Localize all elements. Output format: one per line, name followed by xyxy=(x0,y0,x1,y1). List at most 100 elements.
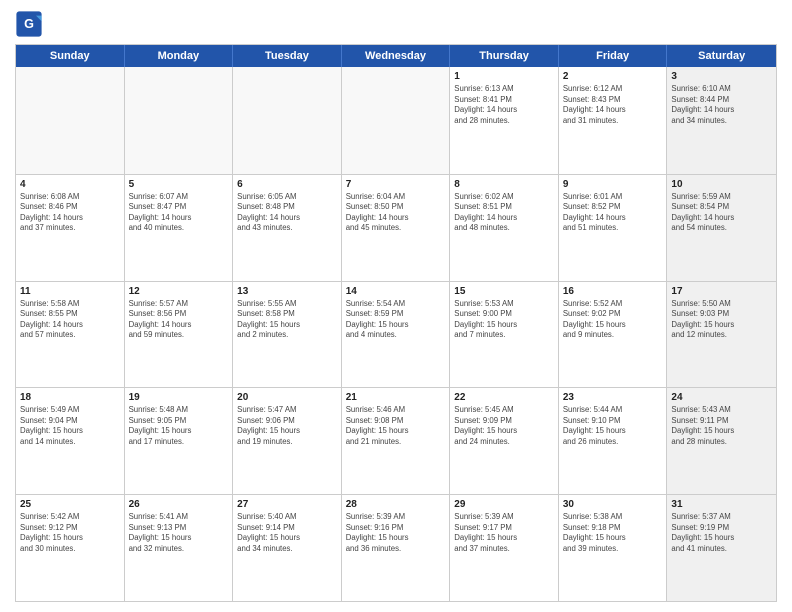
day-cell-24: 24Sunrise: 5:43 AM Sunset: 9:11 PM Dayli… xyxy=(667,388,776,494)
cell-info: Sunrise: 5:55 AM Sunset: 8:58 PM Dayligh… xyxy=(237,299,337,341)
header: G xyxy=(15,10,777,38)
day-number: 6 xyxy=(237,178,337,191)
day-number: 15 xyxy=(454,285,554,298)
logo: G xyxy=(15,10,47,38)
header-day-wednesday: Wednesday xyxy=(342,45,451,67)
cell-info: Sunrise: 5:48 AM Sunset: 9:05 PM Dayligh… xyxy=(129,405,229,447)
header-day-tuesday: Tuesday xyxy=(233,45,342,67)
day-cell-15: 15Sunrise: 5:53 AM Sunset: 9:00 PM Dayli… xyxy=(450,282,559,388)
header-day-monday: Monday xyxy=(125,45,234,67)
day-cell-12: 12Sunrise: 5:57 AM Sunset: 8:56 PM Dayli… xyxy=(125,282,234,388)
day-cell-9: 9Sunrise: 6:01 AM Sunset: 8:52 PM Daylig… xyxy=(559,175,668,281)
calendar-week-4: 18Sunrise: 5:49 AM Sunset: 9:04 PM Dayli… xyxy=(16,387,776,494)
cell-info: Sunrise: 6:01 AM Sunset: 8:52 PM Dayligh… xyxy=(563,192,663,234)
day-cell-22: 22Sunrise: 5:45 AM Sunset: 9:09 PM Dayli… xyxy=(450,388,559,494)
day-number: 21 xyxy=(346,391,446,404)
cell-info: Sunrise: 5:41 AM Sunset: 9:13 PM Dayligh… xyxy=(129,512,229,554)
day-number: 19 xyxy=(129,391,229,404)
cell-info: Sunrise: 5:57 AM Sunset: 8:56 PM Dayligh… xyxy=(129,299,229,341)
day-cell-7: 7Sunrise: 6:04 AM Sunset: 8:50 PM Daylig… xyxy=(342,175,451,281)
day-number: 25 xyxy=(20,498,120,511)
day-cell-19: 19Sunrise: 5:48 AM Sunset: 9:05 PM Dayli… xyxy=(125,388,234,494)
day-number: 12 xyxy=(129,285,229,298)
header-day-friday: Friday xyxy=(559,45,668,67)
day-cell-27: 27Sunrise: 5:40 AM Sunset: 9:14 PM Dayli… xyxy=(233,495,342,601)
day-cell-20: 20Sunrise: 5:47 AM Sunset: 9:06 PM Dayli… xyxy=(233,388,342,494)
day-number: 27 xyxy=(237,498,337,511)
cell-info: Sunrise: 6:04 AM Sunset: 8:50 PM Dayligh… xyxy=(346,192,446,234)
header-day-thursday: Thursday xyxy=(450,45,559,67)
empty-cell xyxy=(16,67,125,174)
day-number: 17 xyxy=(671,285,772,298)
cell-info: Sunrise: 6:12 AM Sunset: 8:43 PM Dayligh… xyxy=(563,84,663,126)
cell-info: Sunrise: 5:39 AM Sunset: 9:17 PM Dayligh… xyxy=(454,512,554,554)
logo-icon: G xyxy=(15,10,43,38)
cell-info: Sunrise: 6:05 AM Sunset: 8:48 PM Dayligh… xyxy=(237,192,337,234)
day-cell-29: 29Sunrise: 5:39 AM Sunset: 9:17 PM Dayli… xyxy=(450,495,559,601)
day-number: 16 xyxy=(563,285,663,298)
svg-text:G: G xyxy=(24,17,34,31)
cell-info: Sunrise: 5:46 AM Sunset: 9:08 PM Dayligh… xyxy=(346,405,446,447)
cell-info: Sunrise: 6:02 AM Sunset: 8:51 PM Dayligh… xyxy=(454,192,554,234)
calendar: SundayMondayTuesdayWednesdayThursdayFrid… xyxy=(15,44,777,602)
day-number: 1 xyxy=(454,70,554,83)
day-cell-30: 30Sunrise: 5:38 AM Sunset: 9:18 PM Dayli… xyxy=(559,495,668,601)
header-day-sunday: Sunday xyxy=(16,45,125,67)
day-cell-3: 3Sunrise: 6:10 AM Sunset: 8:44 PM Daylig… xyxy=(667,67,776,174)
day-cell-23: 23Sunrise: 5:44 AM Sunset: 9:10 PM Dayli… xyxy=(559,388,668,494)
calendar-body: 1Sunrise: 6:13 AM Sunset: 8:41 PM Daylig… xyxy=(16,67,776,601)
day-cell-25: 25Sunrise: 5:42 AM Sunset: 9:12 PM Dayli… xyxy=(16,495,125,601)
cell-info: Sunrise: 5:43 AM Sunset: 9:11 PM Dayligh… xyxy=(671,405,772,447)
calendar-week-1: 1Sunrise: 6:13 AM Sunset: 8:41 PM Daylig… xyxy=(16,67,776,174)
day-cell-18: 18Sunrise: 5:49 AM Sunset: 9:04 PM Dayli… xyxy=(16,388,125,494)
cell-info: Sunrise: 5:44 AM Sunset: 9:10 PM Dayligh… xyxy=(563,405,663,447)
cell-info: Sunrise: 5:53 AM Sunset: 9:00 PM Dayligh… xyxy=(454,299,554,341)
header-day-saturday: Saturday xyxy=(667,45,776,67)
day-cell-8: 8Sunrise: 6:02 AM Sunset: 8:51 PM Daylig… xyxy=(450,175,559,281)
cell-info: Sunrise: 5:58 AM Sunset: 8:55 PM Dayligh… xyxy=(20,299,120,341)
day-number: 7 xyxy=(346,178,446,191)
day-number: 18 xyxy=(20,391,120,404)
day-cell-28: 28Sunrise: 5:39 AM Sunset: 9:16 PM Dayli… xyxy=(342,495,451,601)
day-cell-6: 6Sunrise: 6:05 AM Sunset: 8:48 PM Daylig… xyxy=(233,175,342,281)
day-cell-4: 4Sunrise: 6:08 AM Sunset: 8:46 PM Daylig… xyxy=(16,175,125,281)
cell-info: Sunrise: 5:39 AM Sunset: 9:16 PM Dayligh… xyxy=(346,512,446,554)
empty-cell xyxy=(233,67,342,174)
day-number: 10 xyxy=(671,178,772,191)
day-cell-5: 5Sunrise: 6:07 AM Sunset: 8:47 PM Daylig… xyxy=(125,175,234,281)
cell-info: Sunrise: 6:10 AM Sunset: 8:44 PM Dayligh… xyxy=(671,84,772,126)
page: G SundayMondayTuesdayWednesdayThursdayFr… xyxy=(0,0,792,612)
day-number: 11 xyxy=(20,285,120,298)
day-number: 30 xyxy=(563,498,663,511)
day-cell-21: 21Sunrise: 5:46 AM Sunset: 9:08 PM Dayli… xyxy=(342,388,451,494)
calendar-week-5: 25Sunrise: 5:42 AM Sunset: 9:12 PM Dayli… xyxy=(16,494,776,601)
cell-info: Sunrise: 5:49 AM Sunset: 9:04 PM Dayligh… xyxy=(20,405,120,447)
calendar-header: SundayMondayTuesdayWednesdayThursdayFrid… xyxy=(16,45,776,67)
day-number: 24 xyxy=(671,391,772,404)
day-number: 3 xyxy=(671,70,772,83)
cell-info: Sunrise: 5:59 AM Sunset: 8:54 PM Dayligh… xyxy=(671,192,772,234)
day-number: 13 xyxy=(237,285,337,298)
day-number: 26 xyxy=(129,498,229,511)
day-number: 28 xyxy=(346,498,446,511)
day-number: 23 xyxy=(563,391,663,404)
cell-info: Sunrise: 5:37 AM Sunset: 9:19 PM Dayligh… xyxy=(671,512,772,554)
day-number: 22 xyxy=(454,391,554,404)
cell-info: Sunrise: 6:08 AM Sunset: 8:46 PM Dayligh… xyxy=(20,192,120,234)
day-cell-1: 1Sunrise: 6:13 AM Sunset: 8:41 PM Daylig… xyxy=(450,67,559,174)
day-cell-11: 11Sunrise: 5:58 AM Sunset: 8:55 PM Dayli… xyxy=(16,282,125,388)
cell-info: Sunrise: 5:52 AM Sunset: 9:02 PM Dayligh… xyxy=(563,299,663,341)
cell-info: Sunrise: 5:38 AM Sunset: 9:18 PM Dayligh… xyxy=(563,512,663,554)
day-number: 20 xyxy=(237,391,337,404)
cell-info: Sunrise: 5:50 AM Sunset: 9:03 PM Dayligh… xyxy=(671,299,772,341)
day-cell-17: 17Sunrise: 5:50 AM Sunset: 9:03 PM Dayli… xyxy=(667,282,776,388)
cell-info: Sunrise: 6:07 AM Sunset: 8:47 PM Dayligh… xyxy=(129,192,229,234)
day-number: 29 xyxy=(454,498,554,511)
day-cell-2: 2Sunrise: 6:12 AM Sunset: 8:43 PM Daylig… xyxy=(559,67,668,174)
day-cell-31: 31Sunrise: 5:37 AM Sunset: 9:19 PM Dayli… xyxy=(667,495,776,601)
day-number: 4 xyxy=(20,178,120,191)
day-number: 2 xyxy=(563,70,663,83)
day-number: 14 xyxy=(346,285,446,298)
day-cell-16: 16Sunrise: 5:52 AM Sunset: 9:02 PM Dayli… xyxy=(559,282,668,388)
day-cell-13: 13Sunrise: 5:55 AM Sunset: 8:58 PM Dayli… xyxy=(233,282,342,388)
